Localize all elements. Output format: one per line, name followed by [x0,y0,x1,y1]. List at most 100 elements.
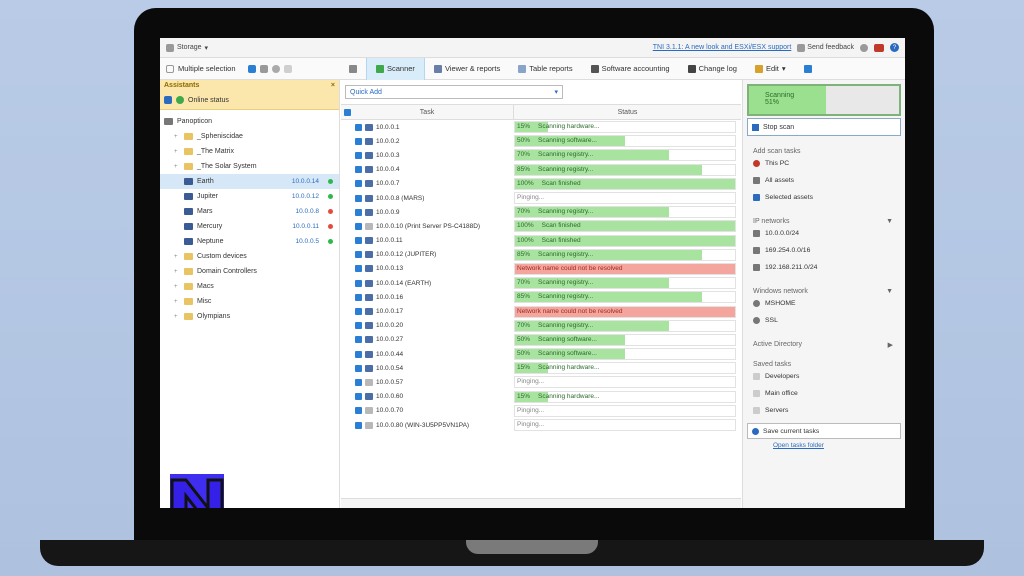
tree-icon[interactable] [259,64,268,73]
tree-item[interactable]: Mars 10.0.0.8 [160,204,339,219]
row-checkbox[interactable] [355,293,362,301]
table-row[interactable]: 10.0.0.54 15% Scanning hardware... [341,361,741,375]
table-row[interactable]: 10.0.0.1 15% Scanning hardware... [341,120,741,134]
workgroup-item[interactable]: MSHOME [753,295,905,312]
chevron-down-icon[interactable]: ▼ [886,218,893,225]
row-checkbox[interactable] [355,378,362,386]
tab-software-accounting[interactable]: Software accounting [582,58,679,80]
network-item[interactable]: 10.0.0.0/24 [753,225,905,242]
search-icon[interactable] [271,64,280,73]
table-row[interactable]: 10.0.0.20 70% Scanning registry... [341,319,741,333]
stop-scan-button[interactable]: Stop scan [747,118,901,136]
language-flag-icon[interactable] [874,43,884,52]
table-row[interactable]: 10.0.0.44 50% Scanning software... [341,347,741,361]
open-tasks-folder-link[interactable]: Open tasks folder [773,442,905,449]
select-all-icon[interactable] [247,64,256,73]
table-row[interactable]: 10.0.0.10 (Print Server PS-C4188D) 100% Sc… [341,219,741,233]
row-checkbox[interactable] [355,222,362,230]
row-checkbox[interactable] [355,237,362,245]
row-checkbox[interactable] [355,208,362,216]
workgroup-item[interactable]: SSL [753,312,905,329]
ip-networks-heading[interactable]: IP networks ▼ [753,218,905,225]
tab-viewer-reports[interactable]: Viewer & reports [425,58,509,80]
quick-add-input[interactable]: Quick Add ▾ [345,85,563,99]
table-row[interactable]: 10.0.0.70 Pinging... [341,404,741,418]
close-icon[interactable]: × [331,82,335,89]
table-row[interactable]: 10.0.0.12 (JUPITER) 85% Scanning registry.… [341,248,741,262]
tree-item[interactable]: Mercury 10.0.0.11 [160,219,339,234]
collapse-button[interactable] [795,58,821,80]
table-row[interactable]: 10.0.0.16 85% Scanning registry... [341,290,741,304]
expand-icon[interactable]: + [174,149,180,155]
row-checkbox[interactable] [355,180,362,188]
tree-item[interactable]: + Custom devices [160,249,339,264]
chevron-right-icon[interactable]: ▶ [888,341,893,349]
layout-toggle[interactable] [340,58,366,80]
expand-icon[interactable]: + [174,254,180,260]
news-link[interactable]: TNI 3.1.1: A new look and ESXi/ESX suppo… [653,44,792,51]
table-row[interactable]: 10.0.0.11 100% Scan finished [341,234,741,248]
row-checkbox[interactable] [355,364,362,372]
row-checkbox[interactable] [355,251,362,259]
expand-icon[interactable]: + [174,299,180,305]
tree-root[interactable]: Panopticon [160,114,339,129]
row-checkbox[interactable] [355,407,362,415]
tree-item[interactable]: Neptune 10.0.0.5 [160,234,339,249]
row-checkbox[interactable] [355,137,362,145]
tree-item[interactable]: + _The Matrix [160,144,339,159]
expand-icon[interactable]: + [174,134,180,140]
row-checkbox[interactable] [355,123,362,131]
table-row[interactable]: 10.0.0.17 Network name could not be resol… [341,304,741,318]
tree-item[interactable]: + Domain Controllers [160,264,339,279]
storage-menu[interactable]: Storage ▾ [166,43,208,52]
tab-scanner[interactable]: Scanner [366,57,425,80]
scan-selected-assets[interactable]: Selected assets [753,189,905,206]
help-icon[interactable]: ? [890,43,899,52]
tree-item[interactable]: Earth 10.0.0.14 [160,174,339,189]
row-checkbox[interactable] [355,194,362,202]
expand-icon[interactable]: + [174,284,180,290]
table-row[interactable]: 10.0.0.3 70% Scanning registry... [341,148,741,162]
table-row[interactable]: 10.0.0.4 85% Scanning registry... [341,163,741,177]
table-row[interactable]: 10.0.0.80 (WIN-3U5PP5VN1PA) Pinging... [341,418,741,432]
tab-table-reports[interactable]: Table reports [509,58,581,80]
tree-item[interactable]: + _Spheniscidae [160,129,339,144]
hint-icon[interactable] [283,64,292,73]
tab-edit[interactable]: Edit ▾ [746,58,795,80]
row-checkbox[interactable] [355,322,362,330]
row-checkbox[interactable] [355,308,362,316]
tree-item[interactable]: + Misc [160,294,339,309]
tree-item[interactable]: + Macs [160,279,339,294]
expand-icon[interactable]: + [174,314,180,320]
table-row[interactable]: 10.0.0.57 Pinging... [341,375,741,389]
network-item[interactable]: 192.168.211.0/24 [753,259,905,276]
saved-task-item[interactable]: Developers [753,368,905,385]
feedback-button[interactable]: Send feedback [797,43,854,52]
scan-this-pc[interactable]: This PC [753,155,905,172]
expand-icon[interactable]: + [174,269,180,275]
table-row[interactable]: 10.0.0.60 15% Scanning hardware... [341,390,741,404]
chevron-down-icon[interactable]: ▼ [886,288,893,295]
table-row[interactable]: 10.0.0.8 (MARS) Pinging... [341,191,741,205]
table-row[interactable]: 10.0.0.13 Network name could not be resol… [341,262,741,276]
row-checkbox[interactable] [355,336,362,344]
row-checkbox[interactable] [355,421,362,429]
save-current-tasks-button[interactable]: Save current tasks [747,423,901,439]
settings-icon[interactable] [860,43,868,52]
saved-task-item[interactable]: Main office [753,385,905,402]
row-checkbox[interactable] [355,151,362,159]
row-checkbox[interactable] [355,279,362,287]
select-all-checkbox[interactable] [344,109,351,116]
tree-item[interactable]: + _The Solar System [160,159,339,174]
column-status[interactable]: Status [514,105,741,119]
multiple-selection-label[interactable]: Multiple selection [178,64,236,73]
checkbox-icon[interactable] [166,64,174,73]
table-row[interactable]: 10.0.0.14 (EARTH) 70% Scanning registry... [341,276,741,290]
windows-network-heading[interactable]: Windows network ▼ [753,288,905,295]
table-row[interactable]: 10.0.0.7 100% Scan finished [341,177,741,191]
tree-item[interactable]: Jupiter 10.0.0.12 [160,189,339,204]
row-checkbox[interactable] [355,265,362,273]
active-directory-heading[interactable]: Active Directory ▶ [753,341,905,349]
table-row[interactable]: 10.0.0.9 70% Scanning registry... [341,205,741,219]
scan-all-assets[interactable]: All assets [753,172,905,189]
